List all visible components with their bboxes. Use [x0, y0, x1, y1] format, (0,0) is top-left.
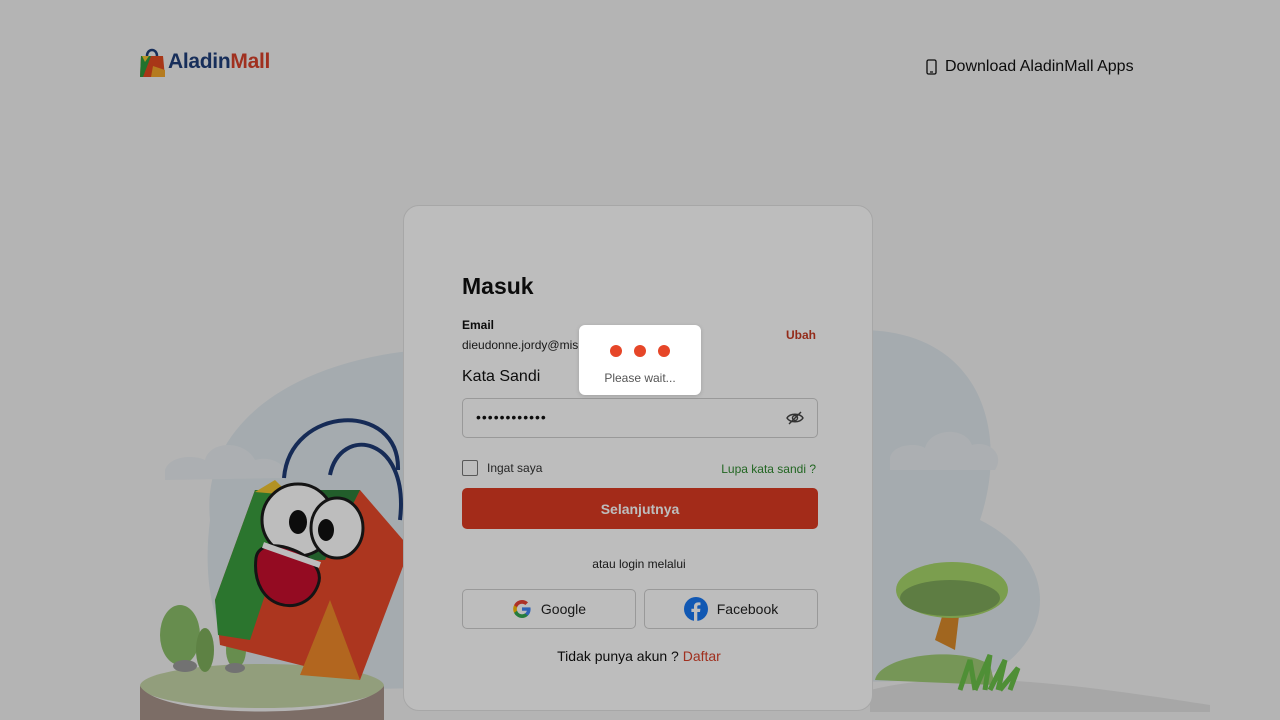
loading-text: Please wait...: [604, 371, 676, 385]
loading-dot: [610, 345, 622, 357]
loading-dot: [634, 345, 646, 357]
loading-dialog: Please wait...: [579, 325, 701, 395]
loading-dots: [579, 345, 701, 357]
loading-dot: [658, 345, 670, 357]
